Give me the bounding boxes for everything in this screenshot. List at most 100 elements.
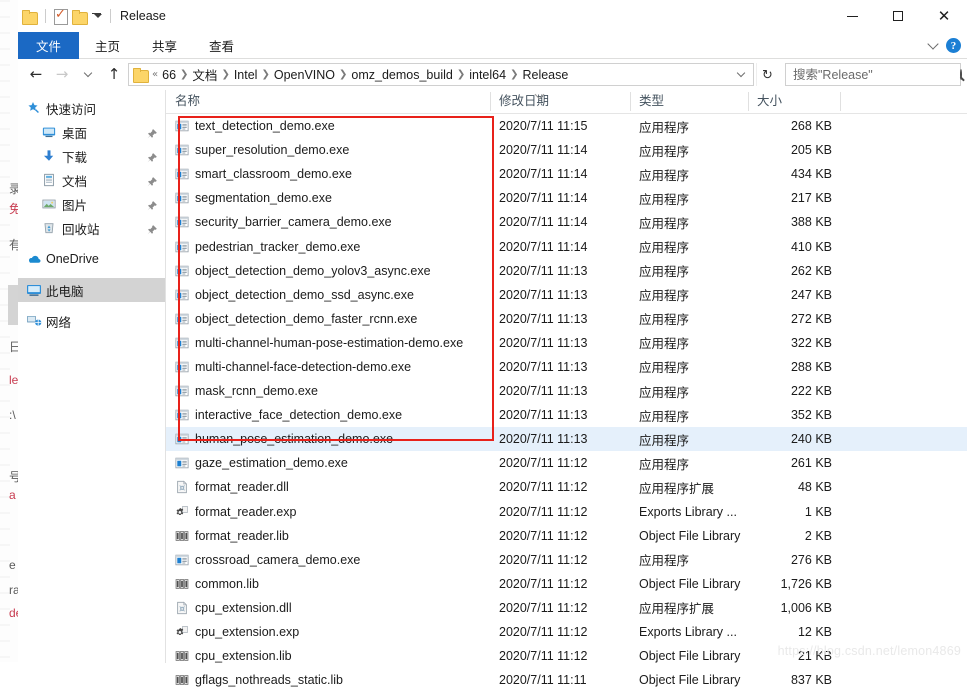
- breadcrumb-chevron-0[interactable]: ❯: [179, 69, 189, 80]
- table-row[interactable]: super_resolution_demo.exe 2020/7/11 11:14…: [166, 138, 967, 162]
- breadcrumb-item-5[interactable]: intel64: [466, 68, 509, 82]
- tab-view[interactable]: 查看: [193, 32, 250, 59]
- maximize-button[interactable]: [875, 0, 921, 32]
- table-row[interactable]: format_reader.lib 2020/7/11 11:12 Object F…: [166, 524, 967, 548]
- breadcrumb-item-0[interactable]: 66: [159, 68, 179, 82]
- breadcrumb-item-1[interactable]: 文档: [189, 65, 220, 84]
- sidebar-item-downloads[interactable]: 下载: [18, 144, 165, 168]
- tab-file[interactable]: 文件: [18, 32, 80, 59]
- breadcrumb-chevron-3[interactable]: ❯: [338, 69, 348, 80]
- sidebar-item-this-pc[interactable]: 此电脑: [18, 278, 165, 302]
- breadcrumb-item-3[interactable]: OpenVINO: [271, 68, 338, 82]
- breadcrumb-item-2[interactable]: Intel: [231, 68, 261, 82]
- column-header-filler: [840, 89, 967, 113]
- search-box[interactable]: [785, 63, 962, 86]
- column-header-size[interactable]: 大小: [748, 89, 840, 113]
- table-row[interactable]: interactive_face_detection_demo.exe 2020/…: [166, 403, 967, 427]
- properties-icon[interactable]: [54, 6, 68, 25]
- table-row[interactable]: segmentation_demo.exe 2020/7/11 11:14 应用程序…: [166, 186, 967, 210]
- file-rows: text_detection_demo.exe 2020/7/11 11:15 应用…: [166, 114, 967, 692]
- help-icon[interactable]: ?: [946, 38, 961, 53]
- column-header-type[interactable]: 类型: [630, 89, 748, 113]
- table-row[interactable]: object_detection_demo_faster_rcnn.exe 202…: [166, 307, 967, 331]
- address-dropdown-chevron-icon[interactable]: [736, 68, 746, 78]
- refresh-button[interactable]: ↻: [756, 63, 778, 86]
- new-folder-icon[interactable]: [72, 9, 88, 25]
- table-row[interactable]: pedestrian_tracker_demo.exe 2020/7/11 11:…: [166, 234, 967, 258]
- cell-date-modified: 2020/7/11 11:13: [499, 408, 588, 423]
- pin-icon[interactable]: [145, 127, 157, 139]
- lib-icon: [175, 673, 195, 687]
- customize-quick-access-dropdown[interactable]: [92, 14, 102, 18]
- pin-icon[interactable]: [145, 223, 157, 235]
- minimize-button[interactable]: [829, 0, 875, 32]
- search-icon[interactable]: [960, 69, 962, 80]
- sidebar-item-label: 图片: [62, 198, 88, 213]
- sidebar-item-pictures[interactable]: 图片: [18, 192, 165, 216]
- background-selection-block: [8, 285, 18, 325]
- up-button[interactable]: ↑: [102, 63, 126, 87]
- table-row[interactable]: text_detection_demo.exe 2020/7/11 11:15 应用…: [166, 114, 967, 138]
- pin-icon[interactable]: [145, 175, 157, 187]
- cell-name: super_resolution_demo.exe: [166, 143, 490, 157]
- table-row[interactable]: multi-channel-face-detection-demo.exe 202…: [166, 355, 967, 379]
- table-row[interactable]: gflags_nothreads_static.lib 2020/7/11 11:…: [166, 668, 967, 692]
- sidebar-item-desktop[interactable]: 桌面: [18, 120, 165, 144]
- breadcrumb-chevron-5[interactable]: ❯: [509, 69, 519, 80]
- cell-name: cpu_extension.dll: [166, 601, 490, 615]
- table-row[interactable]: mask_rcnn_demo.exe 2020/7/11 11:13 应用程序 222…: [166, 379, 967, 403]
- table-row[interactable]: security_barrier_camera_demo.exe 2020/7/1…: [166, 210, 967, 234]
- cell-size: 272 KB: [790, 311, 832, 326]
- cell-date-modified: 2020/7/11 11:14: [499, 191, 588, 206]
- recent-locations-button[interactable]: [76, 63, 100, 87]
- breadcrumb-item-6[interactable]: Release: [519, 68, 571, 82]
- table-row[interactable]: gaze_estimation_demo.exe 2020/7/11 11:12 应…: [166, 451, 967, 475]
- cell-type: Object File Library: [639, 528, 741, 543]
- pin-icon[interactable]: [145, 151, 157, 163]
- table-row[interactable]: common.lib 2020/7/11 11:12 Object File Lib…: [166, 572, 967, 596]
- cell-size: 262 KB: [790, 263, 832, 278]
- address-bar[interactable]: « 66 ❯ 文档 ❯ Intel ❯ OpenVINO ❯ omz_demos…: [128, 63, 754, 86]
- file-name-label: super_resolution_demo.exe: [195, 143, 350, 158]
- column-header-name[interactable]: 名称: [166, 89, 490, 113]
- tab-home[interactable]: 主页: [79, 32, 136, 59]
- sidebar-item-network[interactable]: 网络: [18, 309, 165, 333]
- breadcrumb-chevron-2[interactable]: ❯: [260, 69, 270, 80]
- cell-date-modified: 2020/7/11 11:13: [499, 311, 588, 326]
- table-row[interactable]: crossroad_camera_demo.exe 2020/7/11 11:12…: [166, 548, 967, 572]
- close-button[interactable]: ✕: [921, 0, 967, 32]
- table-row[interactable]: cpu_extension.dll 2020/7/11 11:12 应用程序扩展 1,…: [166, 596, 967, 620]
- breadcrumb-item-4[interactable]: omz_demos_build: [348, 68, 455, 82]
- table-row[interactable]: object_detection_demo_ssd_async.exe 2020/…: [166, 283, 967, 307]
- file-name-label: gflags_nothreads_static.lib: [195, 673, 344, 688]
- table-row[interactable]: format_reader.dll 2020/7/11 11:12 应用程序扩展 48…: [166, 475, 967, 499]
- sidebar-item-onedrive[interactable]: OneDrive: [18, 247, 165, 271]
- table-row[interactable]: cpu_extension.exp 2020/7/11 11:12 Exports …: [166, 620, 967, 644]
- tab-share[interactable]: 共享: [136, 32, 193, 59]
- breadcrumb-chevron-1[interactable]: ❯: [220, 69, 230, 80]
- quick-access-toolbar: [18, 6, 114, 25]
- table-row[interactable]: multi-channel-human-pose-estimation-demo…: [166, 331, 967, 355]
- folder-icon[interactable]: [22, 9, 38, 25]
- search-input[interactable]: [791, 66, 956, 83]
- table-row[interactable]: object_detection_demo_yolov3_async.exe 20…: [166, 259, 967, 283]
- sidebar-item-quick-access[interactable]: 快速访问: [18, 96, 165, 120]
- sidebar-item-documents[interactable]: 文档: [18, 168, 165, 192]
- chevron-down-icon[interactable]: [927, 38, 939, 50]
- cell-type: Object File Library: [639, 576, 741, 591]
- table-row[interactable]: format_reader.exp 2020/7/11 11:12 Exports …: [166, 500, 967, 524]
- breadcrumb-chevron-4[interactable]: ❯: [456, 69, 466, 80]
- column-header-date-modified[interactable]: 修改日期: [490, 89, 630, 113]
- cell-date-modified: 2020/7/11 11:13: [499, 359, 588, 374]
- desktop-icon: [42, 125, 60, 139]
- table-row[interactable]: human_pose_estimation_demo.exe 2020/7/11 …: [166, 427, 967, 452]
- sidebar-item-label: 回收站: [62, 222, 100, 237]
- pin-icon[interactable]: [145, 199, 157, 211]
- sidebar-item-recycle-bin[interactable]: 回收站: [18, 216, 165, 240]
- cell-name: crossroad_camera_demo.exe: [166, 553, 490, 567]
- back-button[interactable]: ←: [24, 63, 48, 87]
- breadcrumb-overflow[interactable]: «: [151, 69, 159, 80]
- forward-button[interactable]: →: [50, 63, 74, 87]
- sidebar-item-label: OneDrive: [46, 252, 99, 266]
- table-row[interactable]: smart_classroom_demo.exe 2020/7/11 11:14 应…: [166, 162, 967, 186]
